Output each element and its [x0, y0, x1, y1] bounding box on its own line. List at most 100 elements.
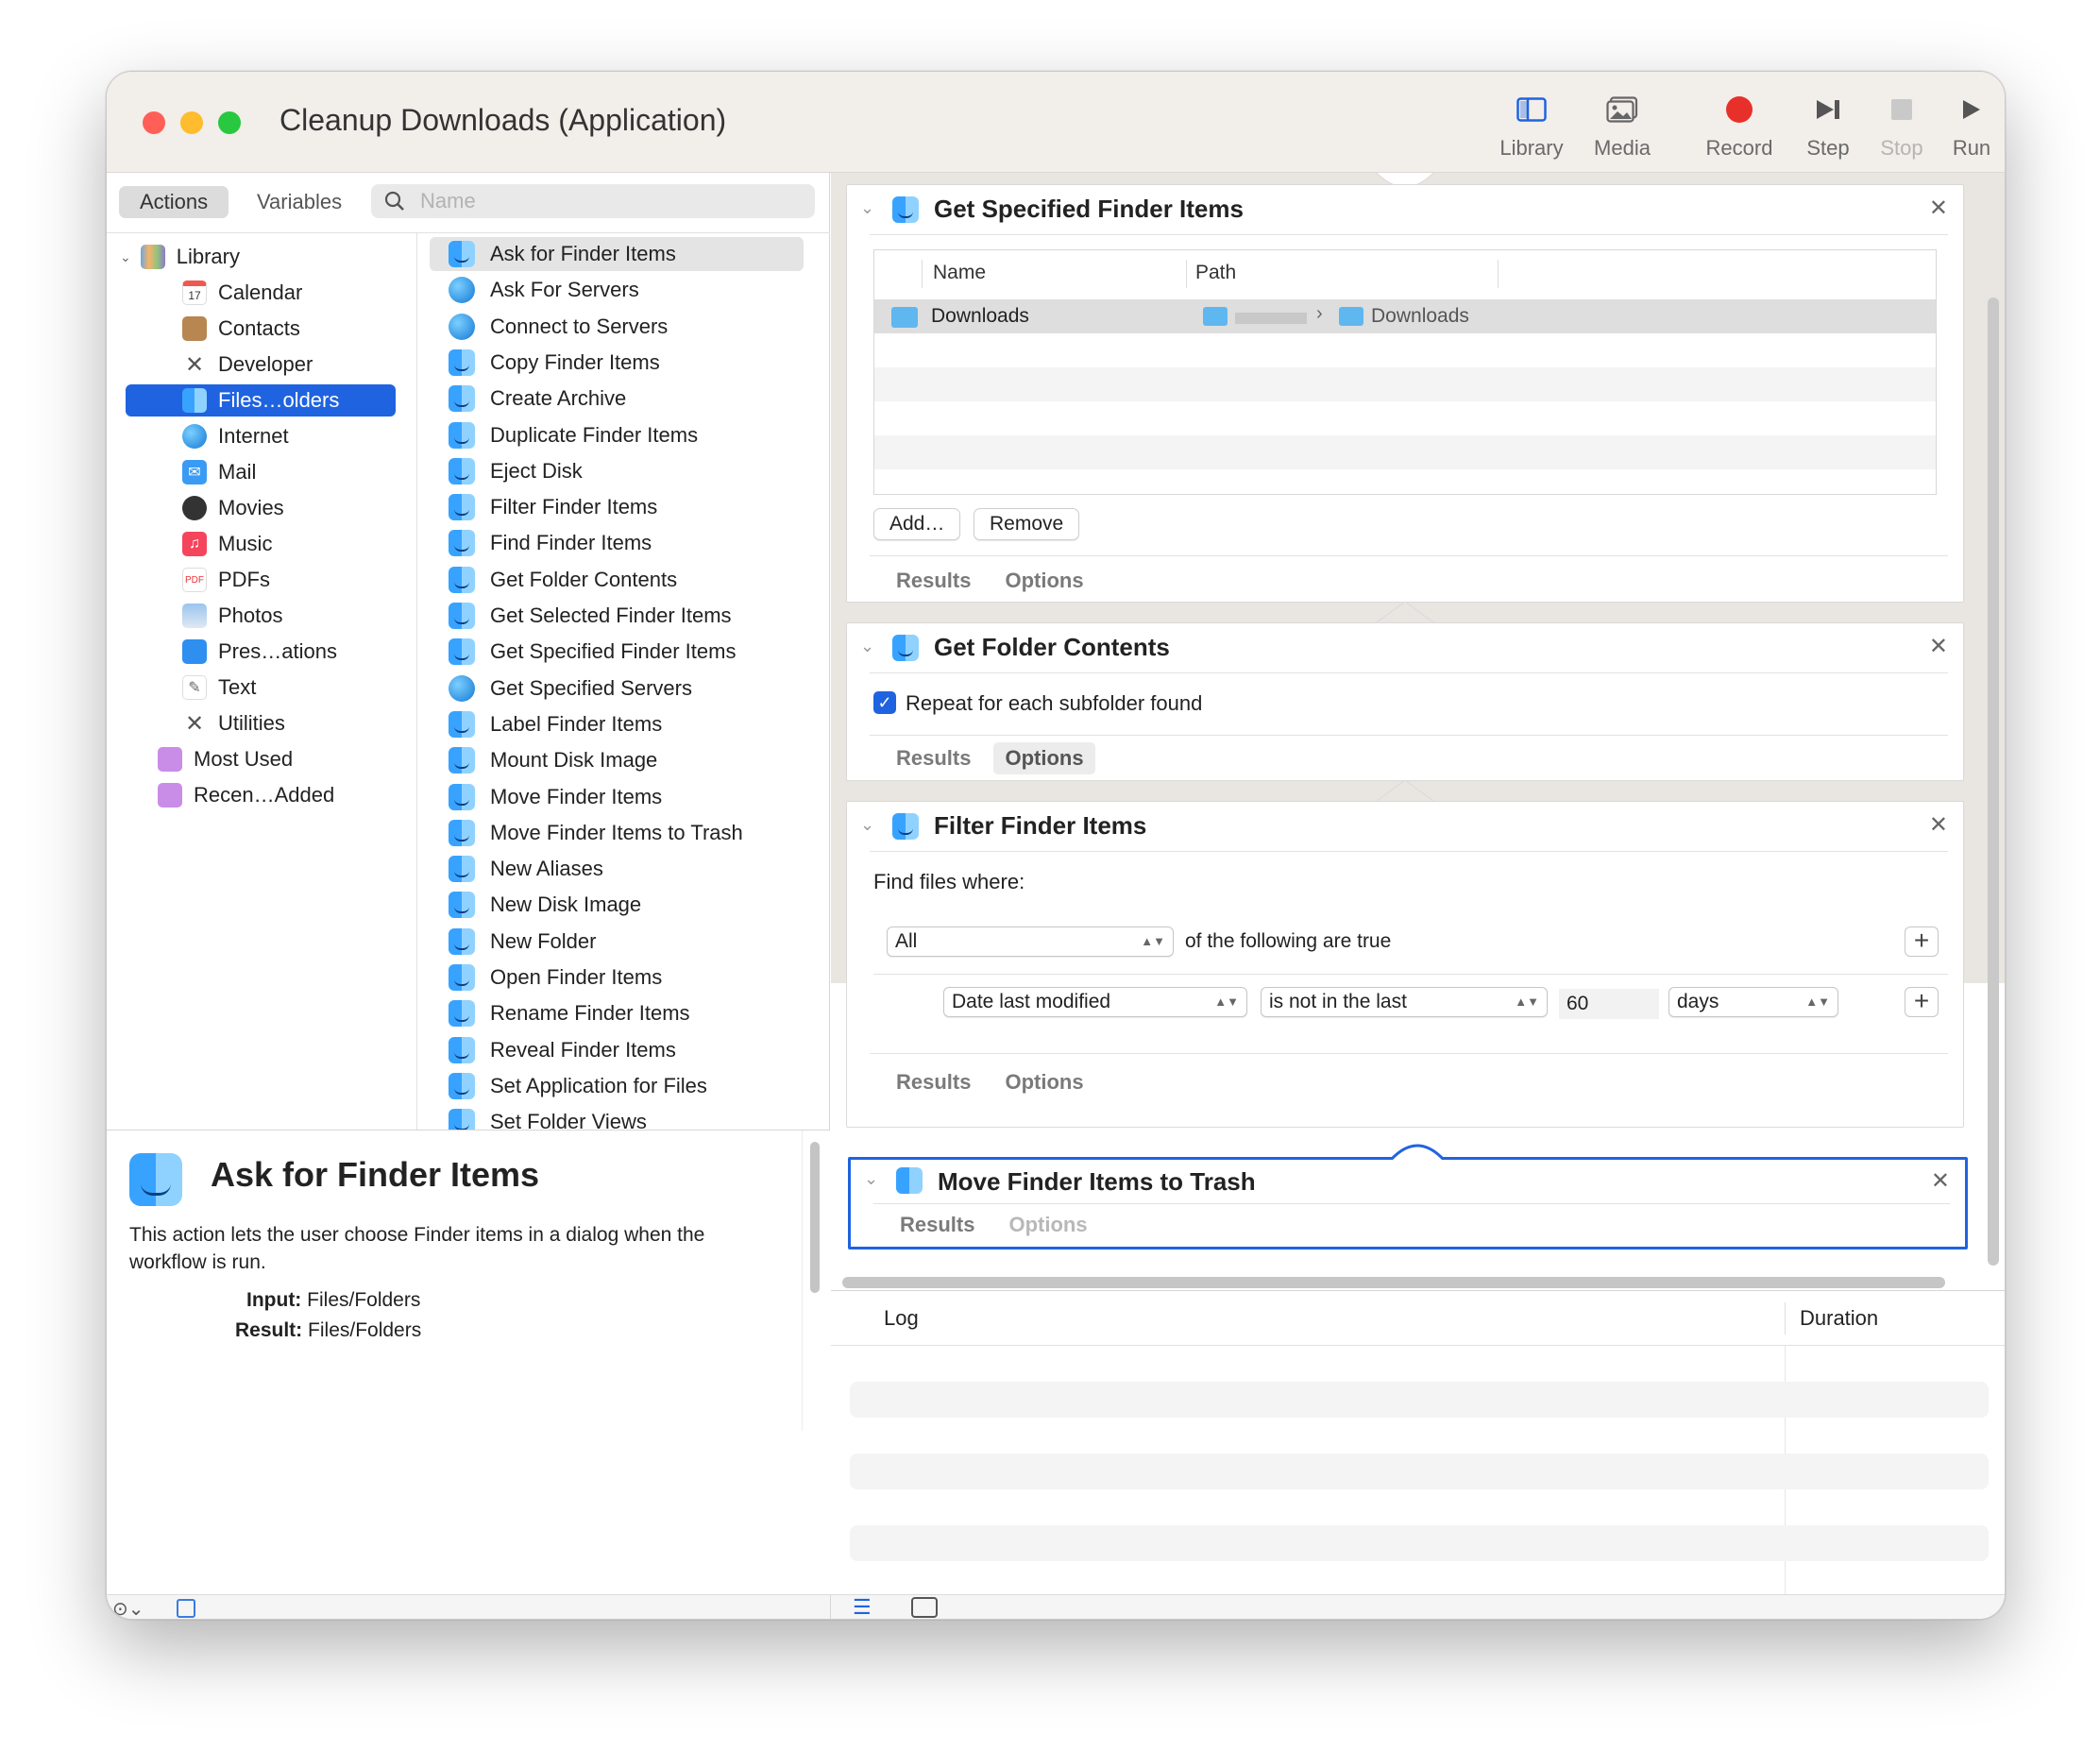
sidebar-item-recently-added[interactable]: Recen…Added	[158, 779, 334, 811]
action-item[interactable]: Copy Finder Items	[430, 346, 804, 380]
close-window-button[interactable]	[143, 111, 165, 134]
more-options-icon[interactable]: ⊙⌄	[112, 1597, 144, 1619]
sidebar-item-mail[interactable]: ✉ Mail	[182, 456, 256, 488]
sidebar-item-presentations[interactable]: Pres…ations	[182, 636, 337, 668]
sidebar-item-label: Music	[218, 532, 273, 555]
tab-options[interactable]: Options	[993, 565, 1094, 597]
close-icon[interactable]: ✕	[1931, 1167, 1950, 1195]
sidebar-item-contacts[interactable]: Contacts	[182, 313, 300, 345]
match-popup[interactable]: All ▲▼	[887, 926, 1174, 957]
sidebar-item-internet[interactable]: Internet	[182, 420, 289, 452]
sidebar-item-movies[interactable]: Movies	[182, 492, 284, 524]
action-item[interactable]: Rename Finder Items	[430, 996, 804, 1030]
action-item[interactable]: Move Finder Items to Trash	[430, 816, 804, 850]
tab-actions[interactable]: Actions	[119, 186, 229, 218]
sidebar-item-music[interactable]: ♫ Music	[182, 528, 272, 560]
action-item[interactable]: Get Specified Finder Items	[430, 635, 804, 669]
tab-results[interactable]: Results	[885, 565, 982, 597]
tab-options[interactable]: Options	[993, 742, 1095, 774]
amount-field[interactable]: 60	[1559, 989, 1659, 1019]
column-header-name[interactable]: Name	[933, 262, 986, 284]
chevron-down-icon[interactable]: ⌄	[120, 249, 131, 265]
finder-icon	[449, 421, 475, 449]
sidebar-item-text[interactable]: ✎ Text	[182, 672, 256, 704]
tab-results[interactable]: Results	[889, 1209, 986, 1241]
action-item[interactable]: Filter Finder Items	[430, 490, 804, 524]
close-icon[interactable]: ✕	[1929, 195, 1948, 222]
add-criteria-button[interactable]: +	[1905, 926, 1939, 957]
repeat-subfolder-checkbox[interactable]: ✓	[873, 691, 896, 714]
action-item[interactable]: Create Archive	[430, 382, 804, 416]
column-header-duration[interactable]: Duration	[1800, 1306, 1878, 1331]
description-scrollbar[interactable]	[810, 1142, 820, 1293]
action-item[interactable]: Ask For Servers	[430, 273, 804, 307]
mail-icon: ✉	[182, 460, 207, 484]
action-item[interactable]: Find Finder Items	[430, 526, 804, 560]
workflow-vertical-scrollbar[interactable]	[1988, 298, 1999, 1266]
action-item[interactable]: Get Selected Finder Items	[430, 599, 804, 633]
sidebar-item-files-folders[interactable]: Files…olders	[126, 384, 396, 416]
sidebar-item-pdfs[interactable]: PDF PDFs	[182, 564, 270, 596]
sidebar-item-developer[interactable]: ✕ Developer	[182, 348, 313, 381]
media-icon	[1606, 96, 1638, 123]
action-item[interactable]: Open Finder Items	[430, 960, 804, 994]
action-item[interactable]: Reveal Finder Items	[430, 1033, 804, 1067]
action-item[interactable]: New Folder	[430, 925, 804, 959]
step-toolbar-button[interactable]: Step	[1786, 91, 1871, 161]
remove-button[interactable]: Remove	[974, 508, 1080, 540]
folder-icon	[1203, 307, 1228, 326]
close-icon[interactable]: ✕	[1929, 811, 1948, 839]
action-item[interactable]: Eject Disk	[430, 454, 804, 488]
tab-results[interactable]: Results	[885, 742, 982, 774]
action-item-label: Create Archive	[490, 386, 627, 411]
operator-popup[interactable]: is not in the last ▲▼	[1261, 987, 1548, 1017]
add-button[interactable]: Add…	[873, 508, 961, 540]
record-toolbar-button[interactable]: Record	[1697, 91, 1782, 161]
sidebar-item-utilities[interactable]: ✕ Utilities	[182, 707, 285, 740]
zoom-window-button[interactable]	[218, 111, 241, 134]
sidebar-item-most-used[interactable]: Most Used	[158, 743, 293, 775]
sidebar-item-calendar[interactable]: 17 Calendar	[182, 277, 302, 309]
tab-variables[interactable]: Variables	[236, 186, 363, 218]
chevron-down-icon[interactable]: ⌄	[860, 815, 874, 835]
action-item[interactable]: Get Folder Contents	[430, 563, 804, 597]
description-title: Ask for Finder Items	[211, 1155, 540, 1194]
checkbox-icon[interactable]	[177, 1599, 195, 1618]
media-toolbar-button[interactable]: Media	[1580, 91, 1665, 161]
action-item[interactable]: Set Application for Files	[430, 1069, 804, 1103]
minimize-window-button[interactable]	[180, 111, 203, 134]
action-item[interactable]: Get Specified Servers	[430, 672, 804, 706]
chevron-down-icon[interactable]: ⌄	[860, 198, 874, 218]
action-item[interactable]: Ask for Finder Items	[430, 237, 804, 271]
run-toolbar-button[interactable]: Run	[1929, 91, 2005, 161]
action-item[interactable]: Duplicate Finder Items	[430, 418, 804, 452]
attribute-popup[interactable]: Date last modified ▲▼	[943, 987, 1247, 1017]
chevron-down-icon[interactable]: ⌄	[864, 1169, 878, 1189]
split-view-icon[interactable]	[911, 1597, 938, 1618]
log-header: Log Duration	[831, 1291, 2005, 1346]
list-view-icon[interactable]: ☰	[853, 1595, 872, 1619]
add-row-button[interactable]: +	[1905, 987, 1939, 1017]
action-item-label: Eject Disk	[490, 458, 583, 483]
tab-results[interactable]: Results	[885, 1066, 982, 1098]
workflow-horizontal-scrollbar[interactable]	[842, 1277, 1945, 1288]
sidebar-item-photos[interactable]: Photos	[182, 600, 283, 632]
sidebar-item-library[interactable]: ⌄ Library	[120, 241, 240, 273]
close-icon[interactable]: ✕	[1929, 633, 1948, 660]
column-header-path[interactable]: Path	[1195, 262, 1236, 284]
connector-notch	[1389, 1144, 1446, 1160]
column-header-log[interactable]: Log	[884, 1306, 919, 1331]
action-item[interactable]: Move Finder Items	[430, 780, 804, 814]
action-item[interactable]: Connect to Servers	[430, 310, 804, 344]
library-toolbar-button[interactable]: Library	[1489, 91, 1574, 161]
sidebar-item-label: Most Used	[194, 747, 294, 771]
action-item[interactable]: Label Finder Items	[430, 707, 804, 741]
tab-options[interactable]: Options	[993, 1066, 1094, 1098]
action-item[interactable]: New Aliases	[430, 852, 804, 886]
table-row[interactable]: Downloads › Downloads	[874, 299, 1936, 333]
unit-popup[interactable]: days ▲▼	[1668, 987, 1838, 1017]
action-item[interactable]: Mount Disk Image	[430, 743, 804, 777]
search-input[interactable]	[420, 187, 798, 215]
chevron-down-icon[interactable]: ⌄	[860, 637, 874, 656]
action-item[interactable]: New Disk Image	[430, 888, 804, 922]
